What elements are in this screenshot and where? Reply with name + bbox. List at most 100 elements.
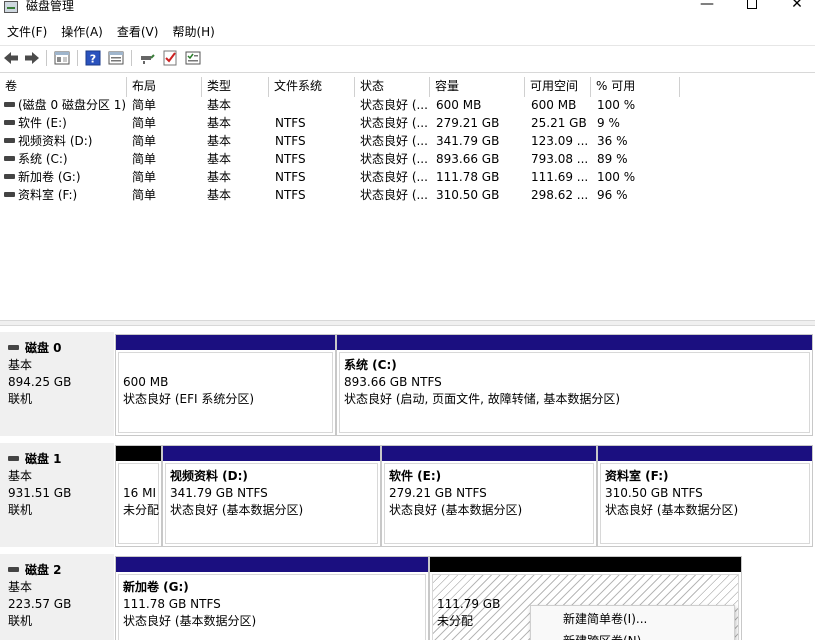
column-header-status[interactable]: 状态 — [355, 77, 430, 97]
disk-name: 磁盘 1 — [8, 451, 114, 468]
partition-bar — [116, 446, 161, 461]
disk-status: 联机 — [8, 392, 33, 406]
cell-free-space: 298.62 ... — [531, 188, 589, 202]
column-header-filesystem[interactable]: 文件系统 — [269, 77, 355, 97]
cell-volume: (磁盘 0 磁盘分区 1) — [18, 98, 126, 112]
disk-icon — [8, 456, 19, 461]
volume-icon — [4, 102, 15, 107]
table-row[interactable]: (磁盘 0 磁盘分区 1) 简单 基本 状态良好 (... 600 MB 600… — [0, 97, 815, 115]
cell-capacity: 279.21 GB — [436, 116, 500, 130]
menu-help[interactable]: 帮助(H) — [165, 21, 221, 43]
partition-title: 软件 (E:) — [389, 469, 442, 483]
cell-filesystem: NTFS — [275, 170, 306, 184]
cell-free-space: 600 MB — [531, 98, 577, 112]
cell-type: 基本 — [207, 116, 232, 130]
cell-capacity: 111.78 GB — [436, 170, 500, 184]
cell-status: 状态良好 (... — [360, 170, 428, 184]
disk-name: 磁盘 2 — [8, 562, 114, 579]
disk-1-label[interactable]: 磁盘 1 基本 931.51 GB 联机 — [0, 443, 114, 547]
cell-status: 状态良好 (... — [360, 188, 428, 202]
cell-type: 基本 — [207, 134, 232, 148]
toolbar-separator — [77, 50, 78, 66]
column-header-free-space[interactable]: 可用空间 — [525, 77, 591, 97]
maximize-icon — [747, 0, 757, 9]
cell-layout: 简单 — [132, 98, 157, 112]
column-header-percent-free[interactable]: % 可用 — [591, 77, 680, 97]
disk-type: 基本 — [8, 469, 33, 483]
cell-free-space: 111.69 ... — [531, 170, 589, 184]
partition-unallocated-small[interactable]: 16 MI 未分配 — [115, 445, 162, 547]
menu-item-new-spanned-volume[interactable]: 新建跨区卷(N)... — [563, 632, 653, 640]
partition-size: 310.50 GB NTFS — [605, 486, 703, 500]
table-row[interactable]: 新加卷 (G:) 简单 基本 NTFS 状态良好 (... 111.78 GB … — [0, 169, 815, 187]
checklist-icon[interactable] — [162, 50, 178, 66]
disk-size: 894.25 GB — [8, 375, 72, 389]
table-row[interactable]: 资料室 (F:) 简单 基本 NTFS 状态良好 (... 310.50 GB … — [0, 187, 815, 205]
disk-2-label[interactable]: 磁盘 2 基本 223.57 GB 联机 — [0, 554, 114, 640]
partition-title: 视频资料 (D:) — [170, 469, 248, 483]
partition-title — [123, 357, 332, 374]
disk-status: 联机 — [8, 614, 33, 628]
column-header-layout[interactable]: 布局 — [127, 77, 202, 97]
cell-filesystem: NTFS — [275, 134, 306, 148]
cell-percent-free: 100 % — [597, 98, 636, 112]
partition-bar — [163, 446, 380, 461]
cell-filesystem: NTFS — [275, 188, 306, 202]
cell-type: 基本 — [207, 152, 232, 166]
partition-archive-f[interactable]: 资料室 (F:) 310.50 GB NTFS 状态良好 (基本数据分区) — [597, 445, 813, 547]
column-header-capacity[interactable]: 容量 — [430, 77, 525, 97]
disk-0-label[interactable]: 磁盘 0 基本 894.25 GB 联机 — [0, 332, 114, 436]
menu-action[interactable]: 操作(A) — [54, 21, 110, 43]
table-row[interactable]: 系统 (C:) 简单 基本 NTFS 状态良好 (... 893.66 GB 7… — [0, 151, 815, 169]
menu-item-new-simple-volume[interactable]: 新建简单卷(I)... — [563, 610, 647, 627]
cell-status: 状态良好 (... — [360, 134, 428, 148]
forward-arrow-icon[interactable] — [24, 50, 40, 66]
disk-name: 磁盘 0 — [8, 340, 114, 357]
column-header-volume[interactable]: 卷 — [0, 77, 127, 97]
minimize-button[interactable]: — — [684, 0, 730, 16]
help-icon[interactable]: ? — [85, 50, 101, 66]
table-row[interactable]: 视频资料 (D:) 简单 基本 NTFS 状态良好 (... 341.79 GB… — [0, 133, 815, 151]
disk-size: 931.51 GB — [8, 486, 72, 500]
cell-status: 状态良好 (... — [360, 98, 428, 112]
console-tree-icon[interactable] — [54, 50, 70, 66]
cell-free-space: 793.08 ... — [531, 152, 589, 166]
cell-percent-free: 9 % — [597, 116, 620, 130]
partition-bar — [430, 557, 741, 572]
partition-status: 状态良好 (基本数据分区) — [170, 503, 304, 517]
cell-percent-free: 89 % — [597, 152, 628, 166]
cell-layout: 简单 — [132, 116, 157, 130]
partition-new-volume-g[interactable]: 新加卷 (G:) 111.78 GB NTFS 状态良好 (基本数据分区) — [115, 556, 429, 640]
cell-free-space: 25.21 GB — [531, 116, 587, 130]
toolbar: ? — [0, 45, 815, 69]
maximize-button[interactable] — [729, 0, 775, 16]
menu-file[interactable]: 文件(F) — [0, 21, 54, 43]
disk-size: 223.57 GB — [8, 597, 72, 611]
partition-status: 状态良好 (基本数据分区) — [389, 503, 523, 517]
connect-disk-icon[interactable] — [139, 50, 155, 66]
cell-percent-free: 100 % — [597, 170, 636, 184]
disk-management-app-icon — [4, 1, 18, 13]
partition-status: 状态良好 (EFI 系统分区) — [123, 392, 255, 406]
toolbar-separator — [131, 50, 132, 66]
partition-video-d[interactable]: 视频资料 (D:) 341.79 GB NTFS 状态良好 (基本数据分区) — [162, 445, 381, 547]
cell-type: 基本 — [207, 98, 232, 112]
properties-icon[interactable] — [108, 50, 124, 66]
view-settings-icon[interactable] — [185, 50, 201, 66]
partition-software-e[interactable]: 软件 (E:) 279.21 GB NTFS 状态良好 (基本数据分区) — [381, 445, 597, 547]
volume-icon — [4, 120, 15, 125]
partition-status: 状态良好 (基本数据分区) — [123, 614, 257, 628]
volume-icon — [4, 192, 15, 197]
volume-icon — [4, 174, 15, 179]
partition-efi[interactable]: 600 MB 状态良好 (EFI 系统分区) — [115, 334, 336, 436]
cell-status: 状态良好 (... — [360, 152, 428, 166]
close-button[interactable]: ✕ — [774, 0, 815, 16]
partition-system-c[interactable]: 系统 (C:) 893.66 GB NTFS 状态良好 (启动, 页面文件, 故… — [336, 334, 813, 436]
menu-view[interactable]: 查看(V) — [110, 21, 166, 43]
table-row[interactable]: 软件 (E:) 简单 基本 NTFS 状态良好 (... 279.21 GB 2… — [0, 115, 815, 133]
partition-title: 资料室 (F:) — [605, 469, 669, 483]
column-header-type[interactable]: 类型 — [202, 77, 269, 97]
disk-status: 联机 — [8, 503, 33, 517]
back-arrow-icon[interactable] — [3, 50, 19, 66]
cell-free-space: 123.09 ... — [531, 134, 589, 148]
